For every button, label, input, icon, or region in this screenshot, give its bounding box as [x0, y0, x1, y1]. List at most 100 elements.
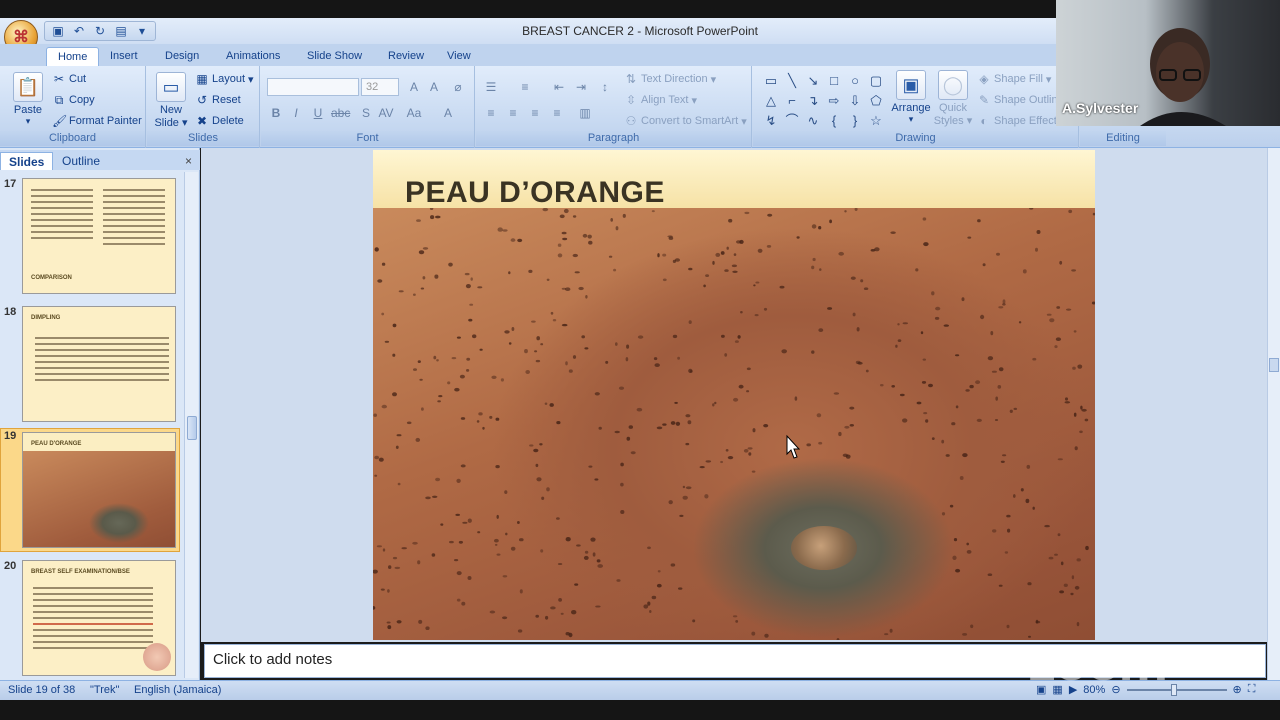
new-slide-button[interactable]: ▭ New Slide ▾: [151, 72, 191, 129]
font-size-box[interactable]: 32: [361, 78, 399, 96]
left-brace-shape-icon[interactable]: {: [825, 112, 843, 130]
decrease-indent-icon[interactable]: ⇤: [550, 78, 568, 96]
save-icon[interactable]: ▣: [49, 24, 67, 38]
layout-button[interactable]: ▦ Layout ▾: [195, 72, 253, 86]
language-indicator[interactable]: English (Jamaica): [134, 684, 221, 696]
oval-shape-icon[interactable]: ○: [846, 72, 864, 90]
font-name-box[interactable]: [267, 78, 359, 96]
customize-icon[interactable]: ▾: [133, 24, 151, 38]
arrow-line-shape-icon[interactable]: ↘: [804, 72, 822, 90]
increase-indent-icon[interactable]: ⇥: [572, 78, 590, 96]
shrink-font-icon[interactable]: A: [425, 78, 443, 96]
redo-icon[interactable]: ↻: [91, 24, 109, 38]
down-arrow-shape-icon[interactable]: ⇩: [846, 92, 864, 110]
tab-slides[interactable]: Slides: [0, 152, 54, 170]
underline-icon[interactable]: U: [309, 104, 327, 122]
connector-shape-icon[interactable]: ↯: [762, 112, 780, 130]
align-text-button[interactable]: ⇳ Align Text ▾: [624, 93, 697, 107]
align-left-icon[interactable]: ≡: [482, 104, 500, 122]
shape-effects-button[interactable]: ◐ Shape Effects: [977, 114, 1062, 128]
rectangle-shape-icon[interactable]: □: [825, 72, 843, 90]
slide-thumbnail-17[interactable]: 17 COMPARISON: [0, 176, 182, 296]
elbow-connector-icon[interactable]: ⌐: [783, 92, 801, 110]
bold-icon[interactable]: B: [267, 104, 285, 122]
slides-label: Slides: [147, 131, 259, 146]
zoom-slider-knob[interactable]: [1170, 683, 1177, 696]
drawing-label: Drawing: [753, 131, 1078, 146]
mouse-cursor-icon: [786, 434, 800, 459]
nipple: [791, 526, 857, 570]
delete-button[interactable]: ✖ Delete: [195, 114, 244, 128]
layout-icon: ▦: [196, 72, 208, 86]
char-spacing-icon[interactable]: AV: [377, 104, 395, 122]
align-center-icon[interactable]: ≡: [504, 104, 522, 122]
strikethrough-icon[interactable]: abc: [331, 104, 350, 122]
paragraph-group: ☰ ≡ ⇤ ⇥ ↕ ≡ ≡ ≡ ≡ ▥ ⇅ Text Direction ▾ ⇳ A…: [476, 66, 752, 148]
zoom-in-icon[interactable]: ⊕: [1233, 683, 1242, 696]
paste-button[interactable]: 📋 Paste ▾: [8, 72, 48, 127]
thumb-text-lines: [103, 189, 165, 249]
clear-format-icon[interactable]: ⌀: [449, 78, 467, 96]
grow-font-icon[interactable]: A: [405, 78, 423, 96]
right-brace-shape-icon[interactable]: }: [846, 112, 864, 130]
tab-outline[interactable]: Outline: [54, 152, 108, 170]
undo-icon[interactable]: ↶: [70, 24, 88, 38]
tab-animations[interactable]: Animations: [215, 47, 291, 66]
shape-outline-button[interactable]: ✎ Shape Outline: [977, 93, 1064, 107]
fit-to-window-icon[interactable]: ⛶: [1248, 683, 1256, 696]
panel-scrollbar[interactable]: [184, 172, 198, 678]
tab-home[interactable]: Home: [46, 47, 100, 66]
slide-photo[interactable]: [373, 208, 1095, 640]
shapes-gallery[interactable]: ▭ ╲ ↘ □ ○ ▢ △ ⌐ ↴ ⇨ ⇩ ⬠ ↯ ⌒ ∿ { } ☆: [762, 72, 882, 130]
slide-canvas[interactable]: PEAU D’ORANGE: [373, 150, 1095, 640]
tab-slide-show[interactable]: Slide Show: [296, 47, 373, 66]
shadow-icon[interactable]: S: [357, 104, 375, 122]
theme-name: "Trek": [90, 684, 120, 696]
slide-thumbnail-20[interactable]: 20 BREAST SELF EXAMINATION/BSE: [0, 558, 182, 678]
textbox-shape-icon[interactable]: ▭: [762, 72, 780, 90]
slide-title[interactable]: PEAU D’ORANGE: [405, 176, 665, 210]
panel-scroll-thumb[interactable]: [187, 416, 197, 440]
slide-scroll-thumb[interactable]: [1269, 358, 1279, 372]
slide-thumbnail-19[interactable]: 19 PEAU D'ORANGE: [0, 428, 182, 554]
cut-button[interactable]: ✂ Cut: [52, 72, 86, 86]
convert-smartart-button[interactable]: ⚇ Convert to SmartArt ▾: [624, 114, 747, 128]
slide-scrollbar[interactable]: [1267, 148, 1280, 680]
freeform-shape-icon[interactable]: ∿: [804, 112, 822, 130]
justify-icon[interactable]: ≡: [548, 104, 566, 122]
copy-button[interactable]: ⧉ Copy: [52, 93, 95, 107]
italic-icon[interactable]: I: [287, 104, 305, 122]
reset-button[interactable]: ↺ Reset: [195, 93, 241, 107]
bullets-icon[interactable]: ☰: [482, 78, 500, 96]
elbow-arrow-icon[interactable]: ↴: [804, 92, 822, 110]
line-shape-icon[interactable]: ╲: [783, 72, 801, 90]
tab-view[interactable]: View: [436, 47, 482, 66]
columns-icon[interactable]: ▥: [576, 104, 594, 122]
text-direction-icon: ⇅: [625, 72, 637, 86]
line-spacing-icon[interactable]: ↕: [596, 78, 614, 96]
pentagon-shape-icon[interactable]: ⬠: [867, 92, 885, 110]
numbering-icon[interactable]: ≡: [516, 78, 534, 96]
rounded-rect-shape-icon[interactable]: ▢: [867, 72, 885, 90]
delete-icon: ✖: [196, 114, 208, 128]
change-case-icon[interactable]: Aa: [405, 104, 423, 122]
triangle-shape-icon[interactable]: △: [762, 92, 780, 110]
close-panel-icon[interactable]: ×: [185, 154, 192, 168]
arrange-button[interactable]: ▣ Arrange ▾: [889, 70, 933, 125]
right-arrow-shape-icon[interactable]: ⇨: [825, 92, 843, 110]
slide-thumbnail-18[interactable]: 18 DIMPLING: [0, 304, 182, 424]
slideshow-icon[interactable]: ▤: [112, 24, 130, 38]
shape-fill-button[interactable]: ◈ Shape Fill ▾: [977, 72, 1051, 86]
text-direction-button[interactable]: ⇅ Text Direction ▾: [624, 72, 716, 86]
align-right-icon[interactable]: ≡: [526, 104, 544, 122]
new-slide-icon: ▭: [156, 72, 186, 102]
tab-design[interactable]: Design: [154, 47, 210, 66]
tab-review[interactable]: Review: [377, 47, 435, 66]
star-shape-icon[interactable]: ☆: [867, 112, 885, 130]
font-color-icon[interactable]: A: [439, 104, 457, 122]
tab-insert[interactable]: Insert: [99, 47, 149, 66]
font-label: Font: [261, 131, 474, 146]
curve-shape-icon[interactable]: ⌒: [783, 112, 801, 130]
format-painter-button[interactable]: 🖌 Format Painter: [52, 114, 142, 128]
quick-styles-button[interactable]: ◯ Quick Styles ▾: [933, 70, 973, 127]
